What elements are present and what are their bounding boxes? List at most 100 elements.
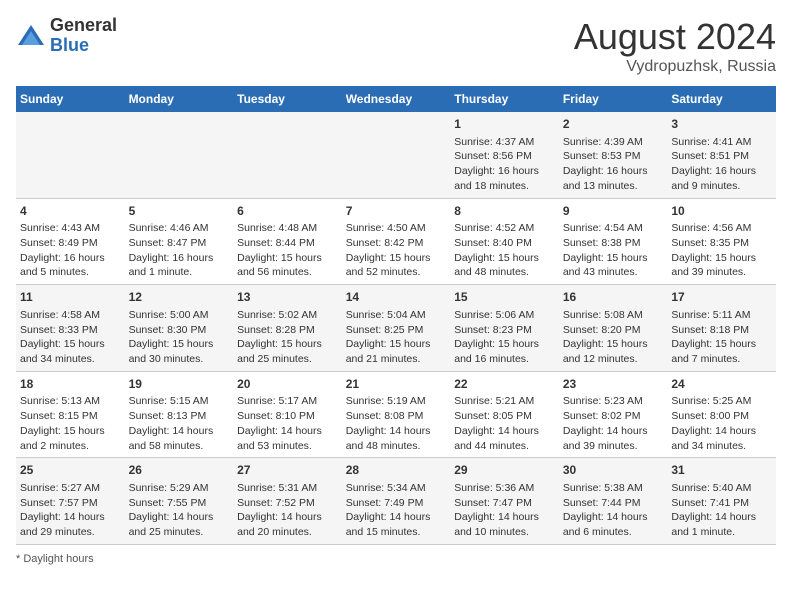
day-number: 12 [129,289,230,306]
calendar-cell: 2 Sunrise: 4:39 AM Sunset: 8:53 PM Daylig… [559,112,668,198]
calendar-cell [16,112,125,198]
calendar-cell: 19Sunrise: 5:15 AM Sunset: 8:13 PM Dayli… [125,371,234,458]
day-number: 24 [671,376,772,393]
calendar-cell: 30Sunrise: 5:38 AM Sunset: 7:44 PM Dayli… [559,458,668,545]
calendar-cell: 11 Sunrise: 4:58 AM Sunset: 8:33 PM Dayli… [16,285,125,372]
calendar-cell: 16Sunrise: 5:08 AM Sunset: 8:20 PM Dayli… [559,285,668,372]
day-info: Sunrise: 4:58 AM Sunset: 8:33 PM Dayligh… [20,308,121,367]
day-number: 2 [563,116,664,133]
day-of-week-header: Sunday [16,86,125,112]
day-info: Sunrise: 4:39 AM Sunset: 8:53 PM Dayligh… [563,135,664,194]
logo: General Blue [16,16,117,56]
calendar-cell: 12 Sunrise: 5:00 AM Sunset: 8:30 PM Dayli… [125,285,234,372]
calendar-table: SundayMondayTuesdayWednesdayThursdayFrid… [16,86,776,545]
day-number: 23 [563,376,664,393]
day-number: 20 [237,376,338,393]
header-row: SundayMondayTuesdayWednesdayThursdayFrid… [16,86,776,112]
logo-general-text: General [50,16,117,36]
day-of-week-header: Saturday [667,86,776,112]
day-number: 18 [20,376,121,393]
day-info: Sunrise: 5:31 AM Sunset: 7:52 PM Dayligh… [237,481,338,540]
day-info: Sunrise: 5:29 AM Sunset: 7:55 PM Dayligh… [129,481,230,540]
day-info: Sunrise: 5:21 AM Sunset: 8:05 PM Dayligh… [454,394,555,453]
day-info: Sunrise: 5:19 AM Sunset: 8:08 PM Dayligh… [346,394,447,453]
day-info: Sunrise: 4:56 AM Sunset: 8:35 PM Dayligh… [671,221,772,280]
day-info: Sunrise: 5:13 AM Sunset: 8:15 PM Dayligh… [20,394,121,453]
day-number: 22 [454,376,555,393]
day-info: Sunrise: 5:11 AM Sunset: 8:18 PM Dayligh… [671,308,772,367]
day-info: Sunrise: 5:27 AM Sunset: 7:57 PM Dayligh… [20,481,121,540]
day-of-week-header: Monday [125,86,234,112]
sub-title: Vydropuzhsk, Russia [574,58,776,76]
day-info: Sunrise: 5:34 AM Sunset: 7:49 PM Dayligh… [346,481,447,540]
calendar-cell: 6Sunrise: 4:48 AM Sunset: 8:44 PM Daylig… [233,198,342,285]
page-header: General Blue August 2024 Vydropuzhsk, Ru… [16,16,776,76]
calendar-cell: 15 Sunrise: 5:06 AM Sunset: 8:23 PM Dayli… [450,285,559,372]
day-info: Sunrise: 5:02 AM Sunset: 8:28 PM Dayligh… [237,308,338,367]
calendar-week-row: 11 Sunrise: 4:58 AM Sunset: 8:33 PM Dayli… [16,285,776,372]
calendar-week-row: 25 Sunrise: 5:27 AM Sunset: 7:57 PM Dayli… [16,458,776,545]
day-number: 11 [20,289,121,306]
title-block: August 2024 Vydropuzhsk, Russia [574,16,776,76]
day-number: 4 [20,203,121,220]
day-info: Sunrise: 4:48 AM Sunset: 8:44 PM Dayligh… [237,221,338,280]
calendar-cell: 22Sunrise: 5:21 AM Sunset: 8:05 PM Dayli… [450,371,559,458]
day-info: Sunrise: 5:25 AM Sunset: 8:00 PM Dayligh… [671,394,772,453]
calendar-cell: 27Sunrise: 5:31 AM Sunset: 7:52 PM Dayli… [233,458,342,545]
day-number: 14 [346,289,447,306]
calendar-cell: 1 Sunrise: 4:37 AM Sunset: 8:56 PM Daylig… [450,112,559,198]
calendar-cell: 26 Sunrise: 5:29 AM Sunset: 7:55 PM Dayli… [125,458,234,545]
day-number: 7 [346,203,447,220]
calendar-week-row: 1 Sunrise: 4:37 AM Sunset: 8:56 PM Daylig… [16,112,776,198]
day-number: 26 [129,462,230,479]
day-number: 8 [454,203,555,220]
day-number: 3 [671,116,772,133]
calendar-cell: 9Sunrise: 4:54 AM Sunset: 8:38 PM Daylig… [559,198,668,285]
calendar-cell: 14 Sunrise: 5:04 AM Sunset: 8:25 PM Dayli… [342,285,451,372]
calendar-cell [233,112,342,198]
footer-note: * Daylight hours [16,553,776,565]
day-info: Sunrise: 5:00 AM Sunset: 8:30 PM Dayligh… [129,308,230,367]
calendar-cell: 10Sunrise: 4:56 AM Sunset: 8:35 PM Dayli… [667,198,776,285]
day-number: 13 [237,289,338,306]
calendar-cell: 7Sunrise: 4:50 AM Sunset: 8:42 PM Daylig… [342,198,451,285]
day-number: 31 [671,462,772,479]
calendar-cell: 13 Sunrise: 5:02 AM Sunset: 8:28 PM Dayli… [233,285,342,372]
day-info: Sunrise: 4:46 AM Sunset: 8:47 PM Dayligh… [129,221,230,280]
day-number: 6 [237,203,338,220]
day-of-week-header: Tuesday [233,86,342,112]
day-number: 1 [454,116,555,133]
day-number: 15 [454,289,555,306]
day-of-week-header: Wednesday [342,86,451,112]
day-number: 29 [454,462,555,479]
day-info: Sunrise: 4:54 AM Sunset: 8:38 PM Dayligh… [563,221,664,280]
day-of-week-header: Thursday [450,86,559,112]
calendar-cell: 8Sunrise: 4:52 AM Sunset: 8:40 PM Daylig… [450,198,559,285]
day-number: 25 [20,462,121,479]
day-info: Sunrise: 5:17 AM Sunset: 8:10 PM Dayligh… [237,394,338,453]
day-info: Sunrise: 4:37 AM Sunset: 8:56 PM Dayligh… [454,135,555,194]
day-info: Sunrise: 5:36 AM Sunset: 7:47 PM Dayligh… [454,481,555,540]
calendar-cell: 17 Sunrise: 5:11 AM Sunset: 8:18 PM Dayli… [667,285,776,372]
calendar-cell: 18Sunrise: 5:13 AM Sunset: 8:15 PM Dayli… [16,371,125,458]
calendar-cell: 5Sunrise: 4:46 AM Sunset: 8:47 PM Daylig… [125,198,234,285]
day-number: 21 [346,376,447,393]
logo-text: General Blue [50,16,117,56]
day-number: 17 [671,289,772,306]
day-info: Sunrise: 5:06 AM Sunset: 8:23 PM Dayligh… [454,308,555,367]
calendar-cell: 28 Sunrise: 5:34 AM Sunset: 7:49 PM Dayli… [342,458,451,545]
day-number: 9 [563,203,664,220]
calendar-header: SundayMondayTuesdayWednesdayThursdayFrid… [16,86,776,112]
day-of-week-header: Friday [559,86,668,112]
day-info: Sunrise: 5:04 AM Sunset: 8:25 PM Dayligh… [346,308,447,367]
calendar-cell: 23Sunrise: 5:23 AM Sunset: 8:02 PM Dayli… [559,371,668,458]
calendar-cell [342,112,451,198]
day-number: 16 [563,289,664,306]
day-info: Sunrise: 5:23 AM Sunset: 8:02 PM Dayligh… [563,394,664,453]
day-number: 5 [129,203,230,220]
calendar-cell: 4Sunrise: 4:43 AM Sunset: 8:49 PM Daylig… [16,198,125,285]
day-number: 28 [346,462,447,479]
day-number: 19 [129,376,230,393]
calendar-week-row: 4Sunrise: 4:43 AM Sunset: 8:49 PM Daylig… [16,198,776,285]
day-info: Sunrise: 5:40 AM Sunset: 7:41 PM Dayligh… [671,481,772,540]
